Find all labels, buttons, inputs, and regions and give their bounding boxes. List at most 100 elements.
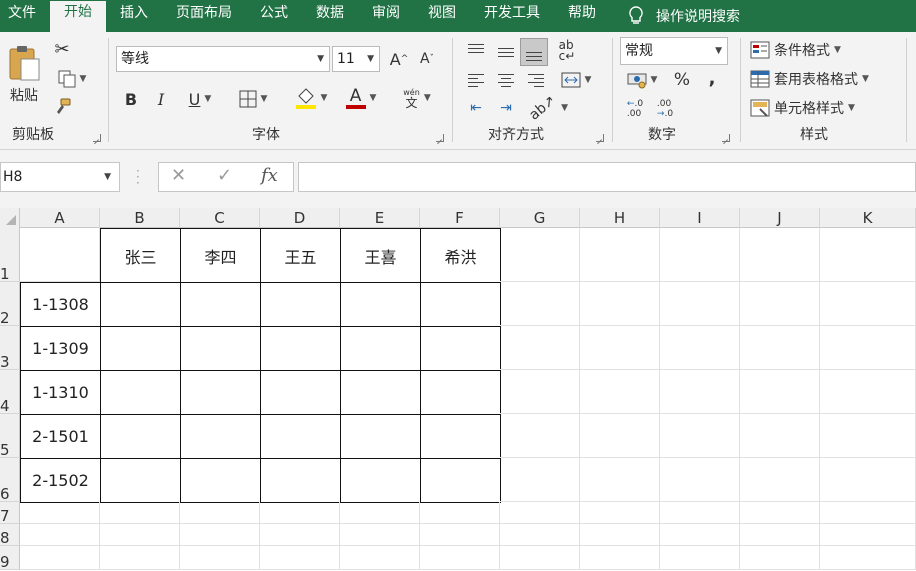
cell-B2[interactable] (100, 282, 181, 327)
cell-H3[interactable] (580, 326, 660, 370)
cell-G9[interactable] (500, 546, 580, 570)
alignment-launcher-icon[interactable] (596, 134, 604, 142)
italic-button[interactable]: I (150, 87, 172, 111)
cell-H7[interactable] (580, 502, 660, 524)
cell-J2[interactable] (740, 282, 820, 326)
percent-button[interactable]: % (670, 68, 694, 92)
cell-D1[interactable]: 王五 (260, 228, 341, 283)
cell-A8[interactable] (20, 524, 100, 546)
cell-F3[interactable] (420, 326, 501, 371)
cell-D6[interactable] (260, 458, 341, 503)
phonetic-button[interactable]: wén 文 ▼ (396, 84, 438, 112)
cell-K1[interactable] (820, 228, 916, 282)
cancel-icon[interactable]: ✕ (171, 165, 186, 186)
cell-A1[interactable] (20, 228, 100, 282)
cell-K9[interactable] (820, 546, 916, 570)
cell-J7[interactable] (740, 502, 820, 524)
cell-I2[interactable] (660, 282, 740, 326)
cell-E6[interactable] (340, 458, 421, 503)
cell-F8[interactable] (420, 524, 500, 546)
conditional-formatting-button[interactable]: 条件格式 ▼ (750, 38, 900, 62)
cell-H9[interactable] (580, 546, 660, 570)
cell-B7[interactable] (100, 502, 180, 524)
cell-F4[interactable] (420, 370, 501, 415)
cell-E2[interactable] (340, 282, 421, 327)
cell-F1[interactable]: 希洪 (420, 228, 501, 283)
cell-D8[interactable] (260, 524, 340, 546)
cell-H1[interactable] (580, 228, 660, 282)
cell-E8[interactable] (340, 524, 420, 546)
cell-A9[interactable] (20, 546, 100, 570)
cell-D9[interactable] (260, 546, 340, 570)
cell-H2[interactable] (580, 282, 660, 326)
cell-C9[interactable] (180, 546, 260, 570)
cell-I8[interactable] (660, 524, 740, 546)
row-header[interactable]: 3 (0, 326, 20, 371)
cell-J1[interactable] (740, 228, 820, 282)
font-size-select[interactable]: 11 ▼ (332, 46, 380, 72)
cell-F9[interactable] (420, 546, 500, 570)
cell-F2[interactable] (420, 282, 501, 327)
cell-H5[interactable] (580, 414, 660, 458)
cell-C7[interactable] (180, 502, 260, 524)
insert-function-icon[interactable]: fx (261, 165, 278, 186)
menu-tab[interactable]: 文件 (0, 0, 50, 32)
clipboard-launcher-icon[interactable] (93, 134, 101, 142)
align-middle-button[interactable] (494, 40, 518, 64)
cell-H6[interactable] (580, 458, 660, 502)
cell-F5[interactable] (420, 414, 501, 459)
align-right-button[interactable] (524, 68, 548, 92)
align-bottom-button[interactable] (520, 38, 548, 66)
cell-B9[interactable] (100, 546, 180, 570)
cell-D4[interactable] (260, 370, 341, 415)
cell-F7[interactable] (420, 502, 500, 524)
column-header[interactable]: E (340, 208, 420, 228)
resize-handle-icon[interactable]: · · · (136, 165, 140, 189)
cell-C5[interactable] (180, 414, 261, 459)
cell-G6[interactable] (500, 458, 580, 502)
cell-H8[interactable] (580, 524, 660, 546)
grow-font-button[interactable]: A ^ (388, 48, 410, 70)
cell-C4[interactable] (180, 370, 261, 415)
cell-styles-button[interactable]: 单元格样式 ▼ (750, 96, 900, 120)
increase-indent-button[interactable]: ⇥ (494, 96, 518, 120)
accounting-format-button[interactable]: ▼ (620, 68, 664, 92)
font-color-button[interactable]: A ▼ (340, 84, 382, 112)
cell-I5[interactable] (660, 414, 740, 458)
wrap-text-button[interactable]: ab c↵ (554, 38, 580, 64)
cell-B4[interactable] (100, 370, 181, 415)
align-center-button[interactable] (494, 68, 518, 92)
cell-G3[interactable] (500, 326, 580, 370)
cell-I7[interactable] (660, 502, 740, 524)
cell-A5[interactable]: 2-1501 (20, 414, 101, 459)
column-header[interactable]: B (100, 208, 180, 228)
cell-I1[interactable] (660, 228, 740, 282)
cell-H4[interactable] (580, 370, 660, 414)
cell-K2[interactable] (820, 282, 916, 326)
cell-G4[interactable] (500, 370, 580, 414)
cell-A7[interactable] (20, 502, 100, 524)
column-header[interactable]: K (820, 208, 916, 228)
cell-B1[interactable]: 张三 (100, 228, 181, 283)
cell-K8[interactable] (820, 524, 916, 546)
cell-J5[interactable] (740, 414, 820, 458)
menu-tab[interactable]: 开始 (50, 1, 106, 35)
column-header[interactable]: H (580, 208, 660, 228)
row-header[interactable]: 7 (0, 502, 20, 525)
tell-me-search[interactable]: 操作说明搜索 (610, 6, 740, 26)
decrease-indent-button[interactable]: ⇤ (464, 96, 488, 120)
column-header[interactable]: I (660, 208, 740, 228)
row-header[interactable]: 9 (0, 546, 20, 571)
cell-C8[interactable] (180, 524, 260, 546)
cell-I4[interactable] (660, 370, 740, 414)
align-top-button[interactable] (464, 40, 488, 64)
enter-icon[interactable]: ✓ (217, 165, 232, 186)
font-launcher-icon[interactable] (436, 134, 444, 142)
cell-B5[interactable] (100, 414, 181, 459)
menu-tab[interactable]: 审阅 (358, 0, 414, 32)
menu-tab[interactable]: 开发工具 (470, 0, 554, 32)
row-header[interactable]: 6 (0, 458, 20, 503)
orientation-button[interactable]: ab↗ ▼ (526, 92, 568, 123)
cell-J8[interactable] (740, 524, 820, 546)
row-header[interactable]: 1 (0, 228, 20, 283)
